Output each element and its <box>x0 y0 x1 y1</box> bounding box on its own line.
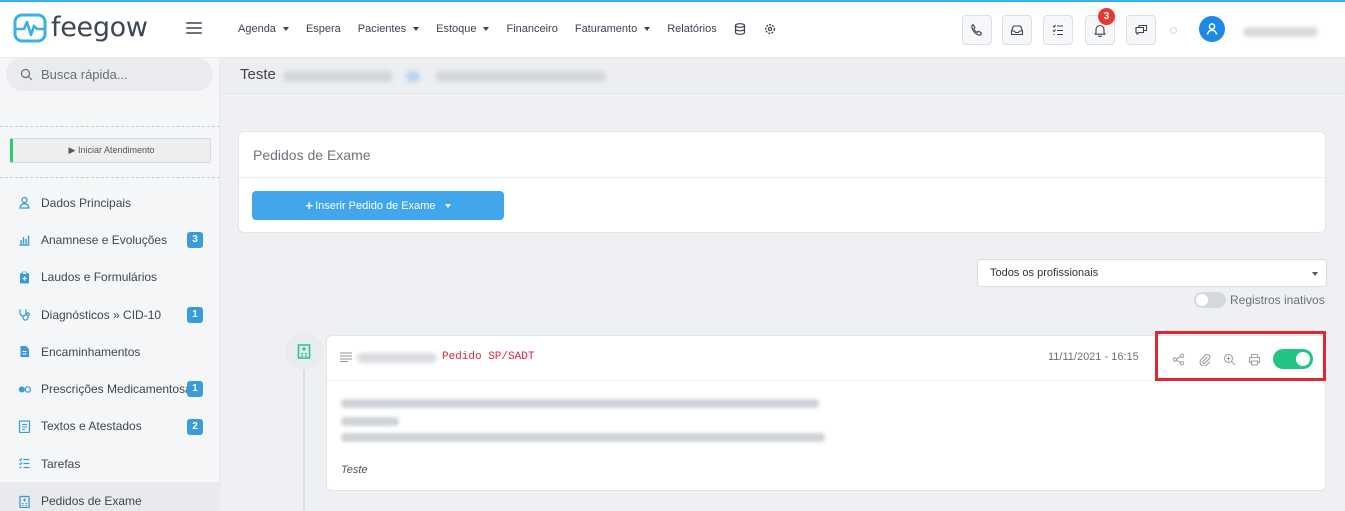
sidebar-item-diagnosticos[interactable]: Diagnósticos » CID-10 1 <box>0 296 220 333</box>
exam-description-redacted <box>341 433 825 442</box>
nav-estoque[interactable]: Estoque <box>436 23 490 35</box>
bar-chart-icon <box>19 235 30 247</box>
sidebar-item-laudos[interactable]: Laudos e Formulários <box>0 259 220 296</box>
bell-icon <box>1094 24 1106 37</box>
divider <box>0 177 220 178</box>
start-appointment-button[interactable]: ▶ Iniciar Atendimento <box>10 138 211 163</box>
sidebar-item-dados-principais[interactable]: Dados Principais <box>0 184 220 221</box>
professional-filter-select[interactable]: Todos os profissionais <box>977 259 1327 287</box>
drag-handle-icon[interactable] <box>340 352 352 362</box>
phone-button[interactable] <box>962 15 992 45</box>
stethoscope-icon <box>19 309 30 321</box>
user-icon <box>19 196 30 209</box>
patient-name-redacted <box>283 71 393 82</box>
status-dot <box>1170 27 1177 34</box>
app-name: feegow <box>51 12 148 43</box>
nav-agenda[interactable]: Agenda <box>238 23 289 35</box>
checklist-icon <box>1052 24 1063 36</box>
exam-order-header: Pedido SP/SADT 11/11/2021 - 16:15 <box>327 331 1326 381</box>
zoom-in-icon[interactable] <box>1223 353 1236 366</box>
count-badge: 2 <box>187 418 203 435</box>
main-content: Teste Pedidos de Exame + Inserir Pedido … <box>221 58 1345 511</box>
pills-icon <box>18 385 31 393</box>
notification-badge: 3 <box>1098 8 1115 25</box>
menu-toggle-icon[interactable] <box>186 22 202 36</box>
patient-info-redacted <box>406 71 420 82</box>
chat-icon <box>1135 24 1148 35</box>
nav-pacientes[interactable]: Pacientes <box>358 23 420 35</box>
card-title: Pedidos de Exame <box>239 132 1325 178</box>
print-icon[interactable] <box>1248 353 1261 366</box>
chevron-down-icon <box>1312 272 1318 276</box>
sidebar-item-encaminhamentos[interactable]: Encaminhamentos <box>0 333 220 370</box>
divider <box>0 126 220 127</box>
exam-datetime: 11/11/2021 - 16:15 <box>1048 351 1139 363</box>
patient-details-redacted <box>436 71 606 82</box>
sidebar-item-anamnese[interactable]: Anamnese e Evoluções 3 <box>0 221 220 258</box>
tasks-icon <box>19 458 30 469</box>
document-icon <box>20 346 29 358</box>
nav-relatorios[interactable]: Relatórios <box>667 23 717 35</box>
page-title: Teste <box>240 66 276 83</box>
notifications-button[interactable]: 3 <box>1085 8 1115 45</box>
top-bar: feegow Agenda Espera Pacientes Estoque F… <box>0 0 1345 58</box>
chevron-down-icon <box>413 27 420 31</box>
sidebar-item-pedidos-exame[interactable]: Pedidos de Exame <box>0 482 220 511</box>
active-toggle[interactable] <box>1273 349 1313 369</box>
hospital-icon <box>19 495 30 508</box>
user-avatar[interactable] <box>1199 16 1225 42</box>
main-nav: Agenda Espera Pacientes Estoque Financei… <box>238 23 794 35</box>
clipboard-icon <box>20 271 29 284</box>
user-name-redacted <box>1243 27 1318 37</box>
inbox-button[interactable] <box>1002 15 1032 45</box>
chevron-down-icon <box>483 27 490 31</box>
count-badge: 1 <box>187 306 203 323</box>
inactive-records-toggle[interactable]: Registros inativos <box>1194 292 1325 308</box>
exam-description-redacted <box>341 399 819 408</box>
exam-orders-card: Pedidos de Exame + Inserir Pedido de Exa… <box>238 131 1326 233</box>
sidebar-item-textos-atestados[interactable]: Textos e Atestados 2 <box>0 408 220 445</box>
count-badge: 3 <box>187 232 203 249</box>
user-icon <box>1206 23 1218 35</box>
sidebar-item-tarefas[interactable]: Tarefas <box>0 445 220 482</box>
exam-description-redacted <box>341 417 399 426</box>
app-logo[interactable]: feegow <box>13 12 148 43</box>
nav-espera[interactable]: Espera <box>306 23 341 35</box>
chevron-down-icon <box>444 203 451 208</box>
professional-name-redacted <box>357 353 437 363</box>
timeline-node <box>285 332 323 370</box>
quick-search-input[interactable]: Busca rápida... <box>6 58 213 91</box>
exam-order-card: Pedido SP/SADT 11/11/2021 - 16:15 Teste <box>326 331 1326 491</box>
exam-note: Teste <box>341 464 368 476</box>
plus-icon: + <box>305 198 314 213</box>
sidebar-menu: Dados Principais Anamnese e Evoluções 3 … <box>0 184 220 511</box>
patient-header: Teste <box>221 58 1345 94</box>
database-icon[interactable] <box>734 23 746 35</box>
heartbeat-logo-icon <box>13 13 47 42</box>
toggle-switch[interactable] <box>1194 292 1226 308</box>
phone-icon <box>971 23 983 36</box>
attachment-icon[interactable] <box>1198 353 1211 366</box>
chevron-down-icon <box>644 27 651 31</box>
hospital-icon <box>297 344 311 359</box>
chat-button[interactable] <box>1126 15 1156 45</box>
sidebar-item-prescricoes[interactable]: Prescrições Medicamentosas 1 <box>0 370 220 407</box>
inbox-icon <box>1010 25 1024 36</box>
insert-exam-order-button[interactable]: + Inserir Pedido de Exame <box>252 191 504 220</box>
sidebar: Busca rápida... ▶ Iniciar Atendimento Da… <box>0 58 220 511</box>
tasks-button[interactable] <box>1043 15 1073 45</box>
settings-icon[interactable] <box>764 23 776 35</box>
share-icon[interactable] <box>1172 353 1185 366</box>
nav-financeiro[interactable]: Financeiro <box>506 23 557 35</box>
search-icon <box>20 68 33 81</box>
chevron-down-icon <box>282 27 289 31</box>
timeline-line <box>303 356 305 511</box>
count-badge: 1 <box>187 381 203 398</box>
exam-type-label: Pedido SP/SADT <box>442 351 535 363</box>
nav-faturamento[interactable]: Faturamento <box>575 23 651 35</box>
search-placeholder: Busca rápida... <box>41 67 128 82</box>
certificate-icon <box>18 420 31 433</box>
